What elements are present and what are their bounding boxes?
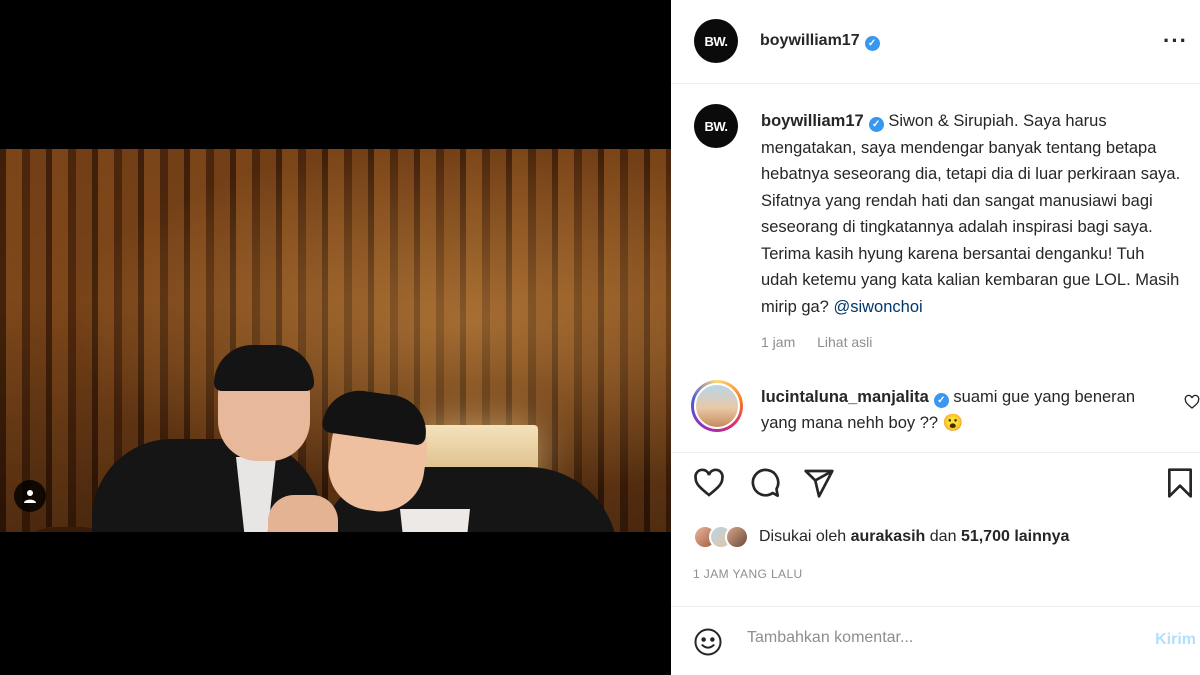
tagged-users-button[interactable] [14, 480, 46, 512]
more-options-icon[interactable]: ··· [1163, 28, 1188, 54]
comment-icon[interactable] [749, 467, 781, 499]
caption-time: 1 jam [761, 334, 796, 350]
verified-badge-icon: ✓ [868, 117, 884, 132]
heart-icon[interactable] [693, 467, 725, 499]
user-icon [24, 490, 36, 503]
post-media [0, 0, 671, 675]
bookmark-icon[interactable] [1166, 467, 1194, 499]
likes-count-link[interactable]: 51,700 lainnya [961, 528, 1070, 545]
caption-author-avatar[interactable]: BW. [694, 104, 738, 148]
post-comment-button[interactable]: Kirim [1155, 631, 1196, 649]
handshake [268, 495, 338, 532]
author-username[interactable]: boywilliam17 ✓ [760, 32, 880, 51]
commenter-username[interactable]: lucintaluna_manjalita [761, 388, 929, 406]
caption-body: Siwon & Sirupiah. Saya harus mengatakan,… [761, 112, 1181, 316]
caption-meta: 1 jam Lihat asli [761, 334, 890, 350]
commenter-avatar[interactable] [691, 380, 743, 432]
post-panel: BW. boywilliam17 ✓ ··· BW. boywilliam17 ✓ … [671, 0, 1200, 675]
action-bar [671, 452, 1200, 512]
see-original-link[interactable]: Lihat asli [817, 334, 872, 350]
add-comment-bar: Kirim [671, 606, 1200, 675]
liked-by-user-link[interactable]: aurakasih [851, 528, 926, 545]
caption-username[interactable]: boywilliam17 [761, 112, 864, 130]
comment-text: lucintaluna_manjalita ✓ suami gue yang be… [761, 384, 1141, 436]
mention-link[interactable]: @siwonchoi [833, 298, 922, 316]
comment-like-heart-icon[interactable] [1184, 394, 1200, 410]
post-header: BW. boywilliam17 ✓ ··· [671, 0, 1200, 84]
verified-badge-icon: ✓ [933, 393, 949, 408]
verified-badge-icon: ✓ [864, 36, 880, 51]
comment-input[interactable] [747, 629, 1127, 647]
post-timestamp[interactable]: 1 JAM YANG LALU [693, 567, 803, 581]
liker-avatar[interactable] [725, 525, 749, 549]
emoji-icon[interactable] [693, 627, 723, 657]
caption-text: boywilliam17 ✓ Siwon & Sirupiah. Saya har… [761, 108, 1181, 320]
likes-summary: Disukai oleh aurakasih dan 51,700 lainny… [693, 521, 1069, 553]
author-avatar[interactable]: BW. [694, 19, 738, 63]
post-photo[interactable] [0, 149, 671, 532]
send-icon[interactable] [803, 467, 835, 499]
